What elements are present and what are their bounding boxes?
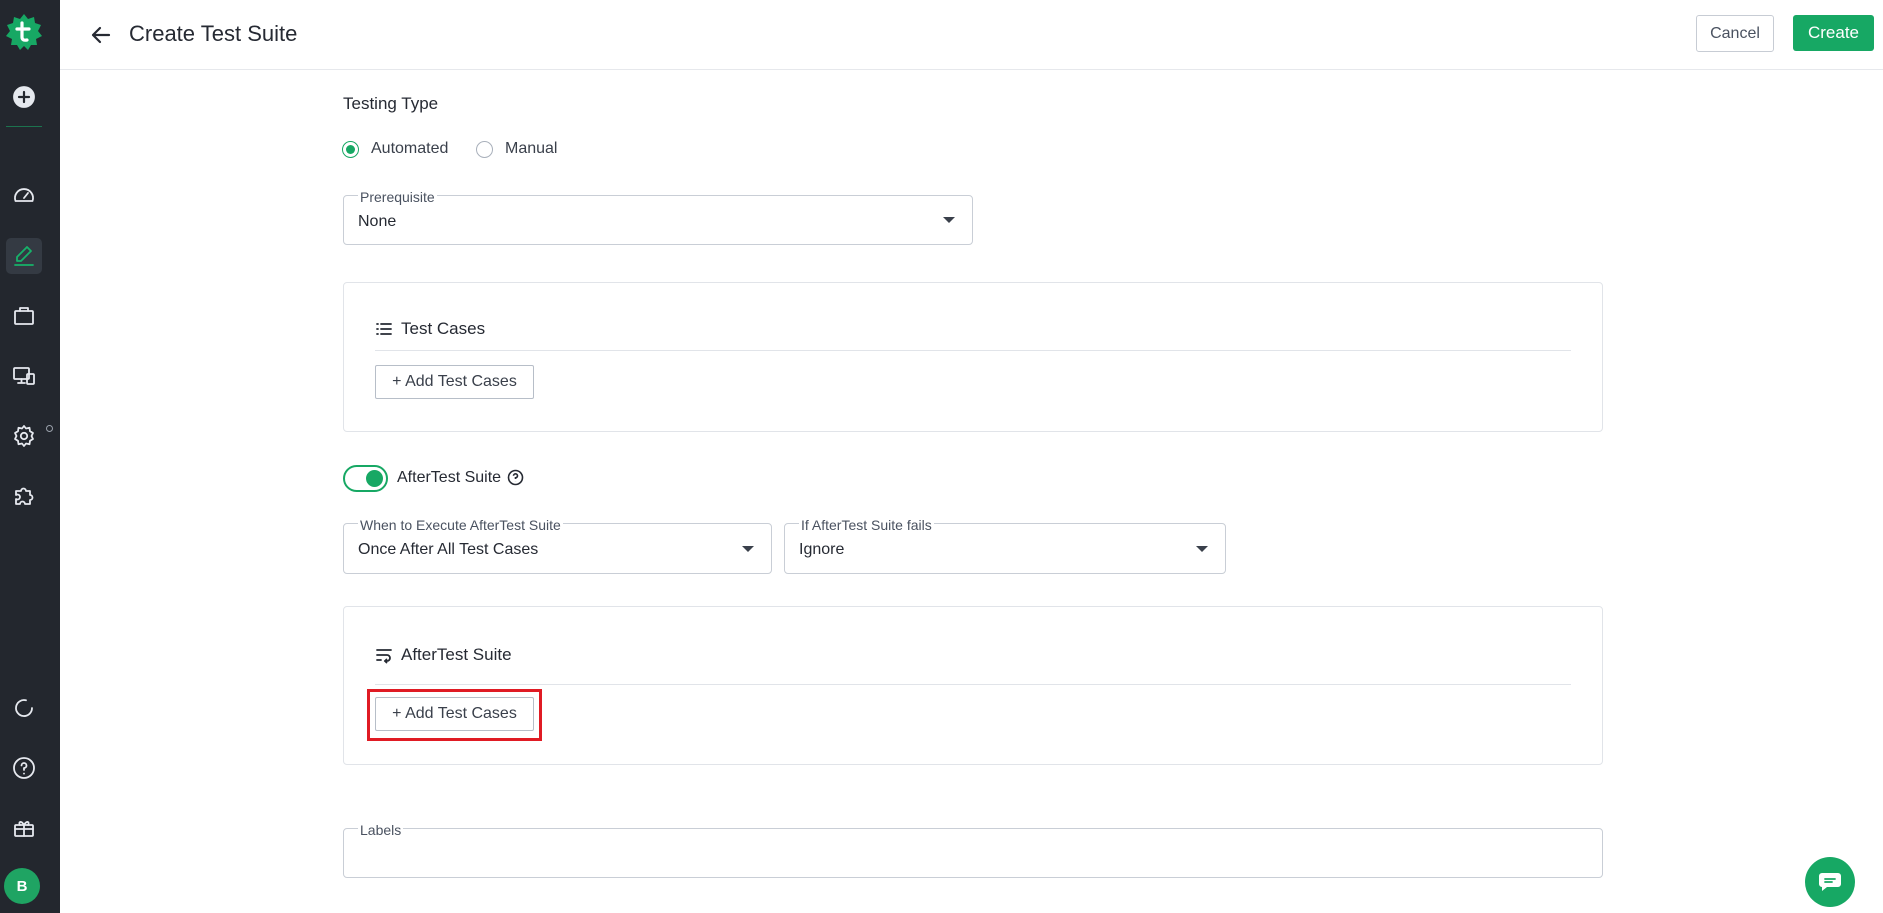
when-to-execute-select[interactable]: When to Execute AfterTest Suite Once Aft… <box>343 518 772 574</box>
aftertest-help-button[interactable] <box>507 469 524 486</box>
if-aftertest-fails-select[interactable]: If AfterTest Suite fails Ignore <box>784 518 1226 574</box>
arrow-left-icon <box>91 26 111 44</box>
caret-down-icon <box>1196 546 1208 552</box>
testing-type-label: Testing Type <box>343 94 439 113</box>
sidebar-item-activity[interactable] <box>6 690 42 726</box>
avatar[interactable]: B <box>4 868 40 904</box>
gear-icon <box>14 425 34 447</box>
divider <box>375 350 1571 351</box>
add-test-cases-button[interactable]: + Add Test Cases <box>375 365 534 399</box>
edit-icon <box>14 246 34 266</box>
radio-manual-indicator[interactable] <box>476 140 493 158</box>
caret-down-icon <box>742 546 754 552</box>
if-aftertest-fails-value: Ignore <box>799 541 845 558</box>
when-to-execute-label: When to Execute AfterTest Suite <box>358 517 563 533</box>
back-button[interactable] <box>86 20 116 50</box>
sidebar-item-whats-new[interactable] <box>6 810 42 846</box>
radio-manual-label: Manual <box>505 140 558 157</box>
aftertest-suite-title: AfterTest Suite <box>375 645 512 665</box>
radio-automated-label: Automated <box>371 140 449 157</box>
logo-icon[interactable] <box>4 12 44 52</box>
sidebar-item-settings[interactable] <box>6 418 42 454</box>
aftertest-suite-toggle[interactable] <box>343 465 388 492</box>
sidebar: B <box>0 0 60 913</box>
page-title: Create Test Suite <box>129 21 298 46</box>
labels-input[interactable]: Labels <box>343 823 1603 878</box>
dashboard-icon <box>14 188 34 202</box>
plus-circle-icon <box>13 86 35 108</box>
sidebar-item-addons[interactable] <box>6 478 42 514</box>
question-circle-icon <box>507 469 524 486</box>
when-to-execute-value: Once After All Test Cases <box>358 541 539 558</box>
sidebar-item-projects[interactable] <box>6 298 42 334</box>
aftertest-suite-title-text: AfterTest Suite <box>401 645 512 664</box>
test-cases-title-text: Test Cases <box>401 319 486 338</box>
prerequisite-value: None <box>358 213 397 230</box>
devices-icon <box>13 367 35 385</box>
refresh-icon <box>15 699 33 717</box>
cancel-button[interactable]: Cancel <box>1696 15 1774 52</box>
create-new-button[interactable] <box>6 79 42 115</box>
labels-label: Labels <box>358 822 404 838</box>
sidebar-item-create[interactable] <box>6 238 42 274</box>
aftertest-suite-card: AfterTest Suite + Add Test Cases <box>343 606 1603 765</box>
caret-down-icon <box>943 217 955 223</box>
if-aftertest-fails-label: If AfterTest Suite fails <box>799 517 934 533</box>
briefcase-icon <box>14 307 34 325</box>
sidebar-item-help[interactable] <box>6 750 42 786</box>
test-cases-title: Test Cases <box>375 319 485 339</box>
chat-button[interactable] <box>1805 857 1855 907</box>
settings-indicator-dot <box>46 425 53 432</box>
test-cases-card: Test Cases + Add Test Cases <box>343 282 1603 432</box>
radio-manual[interactable]: Manual <box>476 140 557 158</box>
divider <box>375 684 1571 685</box>
radio-automated-indicator[interactable] <box>342 140 359 158</box>
sidebar-item-devices[interactable] <box>6 358 42 394</box>
aftertest-suite-toggle-label: AfterTest Suite <box>397 469 502 486</box>
sidebar-item-dashboard[interactable] <box>6 178 42 214</box>
highlight-box <box>367 689 542 741</box>
sidebar-divider <box>6 126 42 127</box>
page-header: Create Test Suite Cancel Create <box>60 0 1883 70</box>
list-icon <box>376 323 392 335</box>
gift-icon <box>14 821 34 837</box>
create-button[interactable]: Create <box>1793 15 1874 51</box>
help-icon <box>13 757 35 779</box>
prerequisite-label: Prerequisite <box>358 189 437 205</box>
prerequisite-select[interactable]: Prerequisite None <box>343 190 973 245</box>
aftertest-icon <box>376 649 392 664</box>
puzzle-icon <box>15 487 34 505</box>
chat-icon <box>1819 873 1841 891</box>
radio-automated[interactable]: Automated <box>342 140 448 158</box>
